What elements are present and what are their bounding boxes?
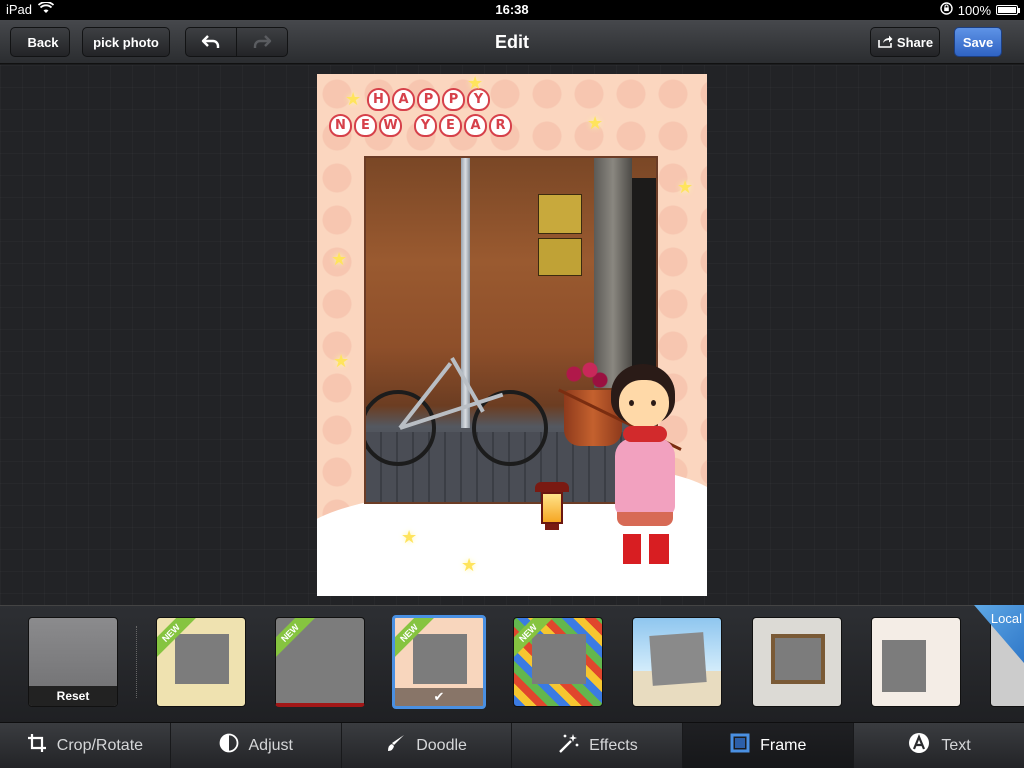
tab-frame[interactable]: Frame bbox=[683, 723, 855, 768]
local-label: Local bbox=[990, 611, 1022, 626]
star-icon: ★ bbox=[401, 527, 418, 547]
brush-icon bbox=[386, 733, 406, 759]
greeting-letter: E bbox=[439, 114, 462, 137]
greeting-letter: W bbox=[379, 114, 402, 137]
status-bar: iPad 16:38 100% bbox=[0, 0, 1024, 20]
tab-text[interactable]: Text bbox=[854, 723, 1024, 768]
tab-label: Text bbox=[941, 736, 971, 754]
text-icon bbox=[907, 732, 931, 760]
tab-doodle[interactable]: Doodle bbox=[342, 723, 513, 768]
sparkle-icon bbox=[557, 733, 579, 759]
tab-label: Frame bbox=[760, 736, 807, 754]
share-icon bbox=[877, 34, 893, 51]
cartoon-girl-decoration bbox=[558, 364, 691, 574]
star-icon: ★ bbox=[677, 177, 694, 197]
star-icon: ★ bbox=[587, 113, 604, 133]
divider bbox=[136, 626, 137, 698]
stone-column bbox=[594, 158, 632, 388]
greeting-line-1: HAPPY bbox=[329, 88, 549, 111]
tab-label: Crop/Rotate bbox=[56, 736, 144, 754]
tab-label: Adjust bbox=[248, 736, 293, 754]
tool-tab-bar: Crop/Rotate Adjust Doodle Effects Frame bbox=[0, 722, 1024, 768]
share-label: Share bbox=[896, 34, 934, 50]
frame-thumbnail[interactable]: NEW bbox=[275, 617, 365, 707]
navigation-bar: Back pick photo Edit Share Save bbox=[0, 20, 1024, 64]
frame-thumbnail[interactable]: NEW bbox=[513, 617, 603, 707]
star-icon: ★ bbox=[461, 555, 478, 575]
frame-icon bbox=[730, 733, 750, 759]
star-icon: ★ bbox=[331, 249, 348, 269]
flowers bbox=[564, 362, 608, 392]
frame-thumbnail[interactable] bbox=[752, 617, 842, 707]
tab-label: Effects bbox=[589, 736, 638, 754]
tab-crop-rotate[interactable]: Crop/Rotate bbox=[0, 723, 171, 768]
greeting-letter: P bbox=[417, 88, 440, 111]
reset-frame-button[interactable]: Reset bbox=[28, 617, 118, 707]
rotation-lock-icon bbox=[940, 2, 953, 18]
frame-thumbnail[interactable] bbox=[632, 617, 722, 707]
wall-sign bbox=[538, 194, 582, 234]
greeting-letter: E bbox=[354, 114, 377, 137]
reset-label: Reset bbox=[29, 686, 117, 706]
greeting-letter: P bbox=[442, 88, 465, 111]
greeting-letter: A bbox=[464, 114, 487, 137]
frame-picker-strip[interactable]: Reset NEW NEW NEW ✔ NEW bbox=[0, 605, 1024, 722]
star-icon: ★ bbox=[467, 74, 484, 93]
contrast-icon bbox=[219, 733, 239, 759]
greeting-space bbox=[404, 114, 412, 137]
star-icon: ★ bbox=[345, 89, 362, 109]
framed-photo-preview[interactable]: HAPPY NEWYEAR ★ ★ ★ ★ ★ ★ ★ ★ bbox=[317, 74, 707, 596]
greeting-line-2: NEWYEAR bbox=[329, 114, 549, 137]
doorway bbox=[632, 178, 656, 388]
clock: 16:38 bbox=[495, 2, 529, 17]
share-button[interactable]: Share bbox=[870, 27, 940, 57]
greeting-letter: A bbox=[392, 88, 415, 111]
tab-adjust[interactable]: Adjust bbox=[171, 723, 342, 768]
tab-effects[interactable]: Effects bbox=[512, 723, 684, 768]
checkmark-icon: ✔ bbox=[395, 688, 483, 706]
greeting-letter: Y bbox=[414, 114, 437, 137]
frame-thumbnail[interactable]: NEW bbox=[156, 617, 246, 707]
lantern-decoration bbox=[535, 482, 569, 536]
tab-label: Doodle bbox=[416, 736, 467, 754]
greeting-letter: N bbox=[329, 114, 352, 137]
battery-percent: 100% bbox=[957, 2, 991, 18]
greeting-letter: H bbox=[367, 88, 390, 111]
crop-icon bbox=[27, 733, 47, 759]
frame-thumbnail[interactable] bbox=[871, 617, 961, 707]
wall-sign bbox=[538, 238, 582, 276]
frame-thumbnail-selected[interactable]: NEW ✔ bbox=[392, 615, 486, 709]
save-button[interactable]: Save bbox=[954, 27, 1002, 57]
greeting-letter: R bbox=[489, 114, 512, 137]
photo-editor-app: iPad 16:38 100% Back pick photo Edit Sha… bbox=[0, 0, 1024, 768]
star-icon: ★ bbox=[333, 351, 350, 371]
edit-canvas: HAPPY NEWYEAR ★ ★ ★ ★ ★ ★ ★ ★ bbox=[0, 65, 1024, 605]
battery-icon bbox=[996, 5, 1020, 15]
happy-new-year-banner: HAPPY NEWYEAR bbox=[329, 88, 549, 140]
